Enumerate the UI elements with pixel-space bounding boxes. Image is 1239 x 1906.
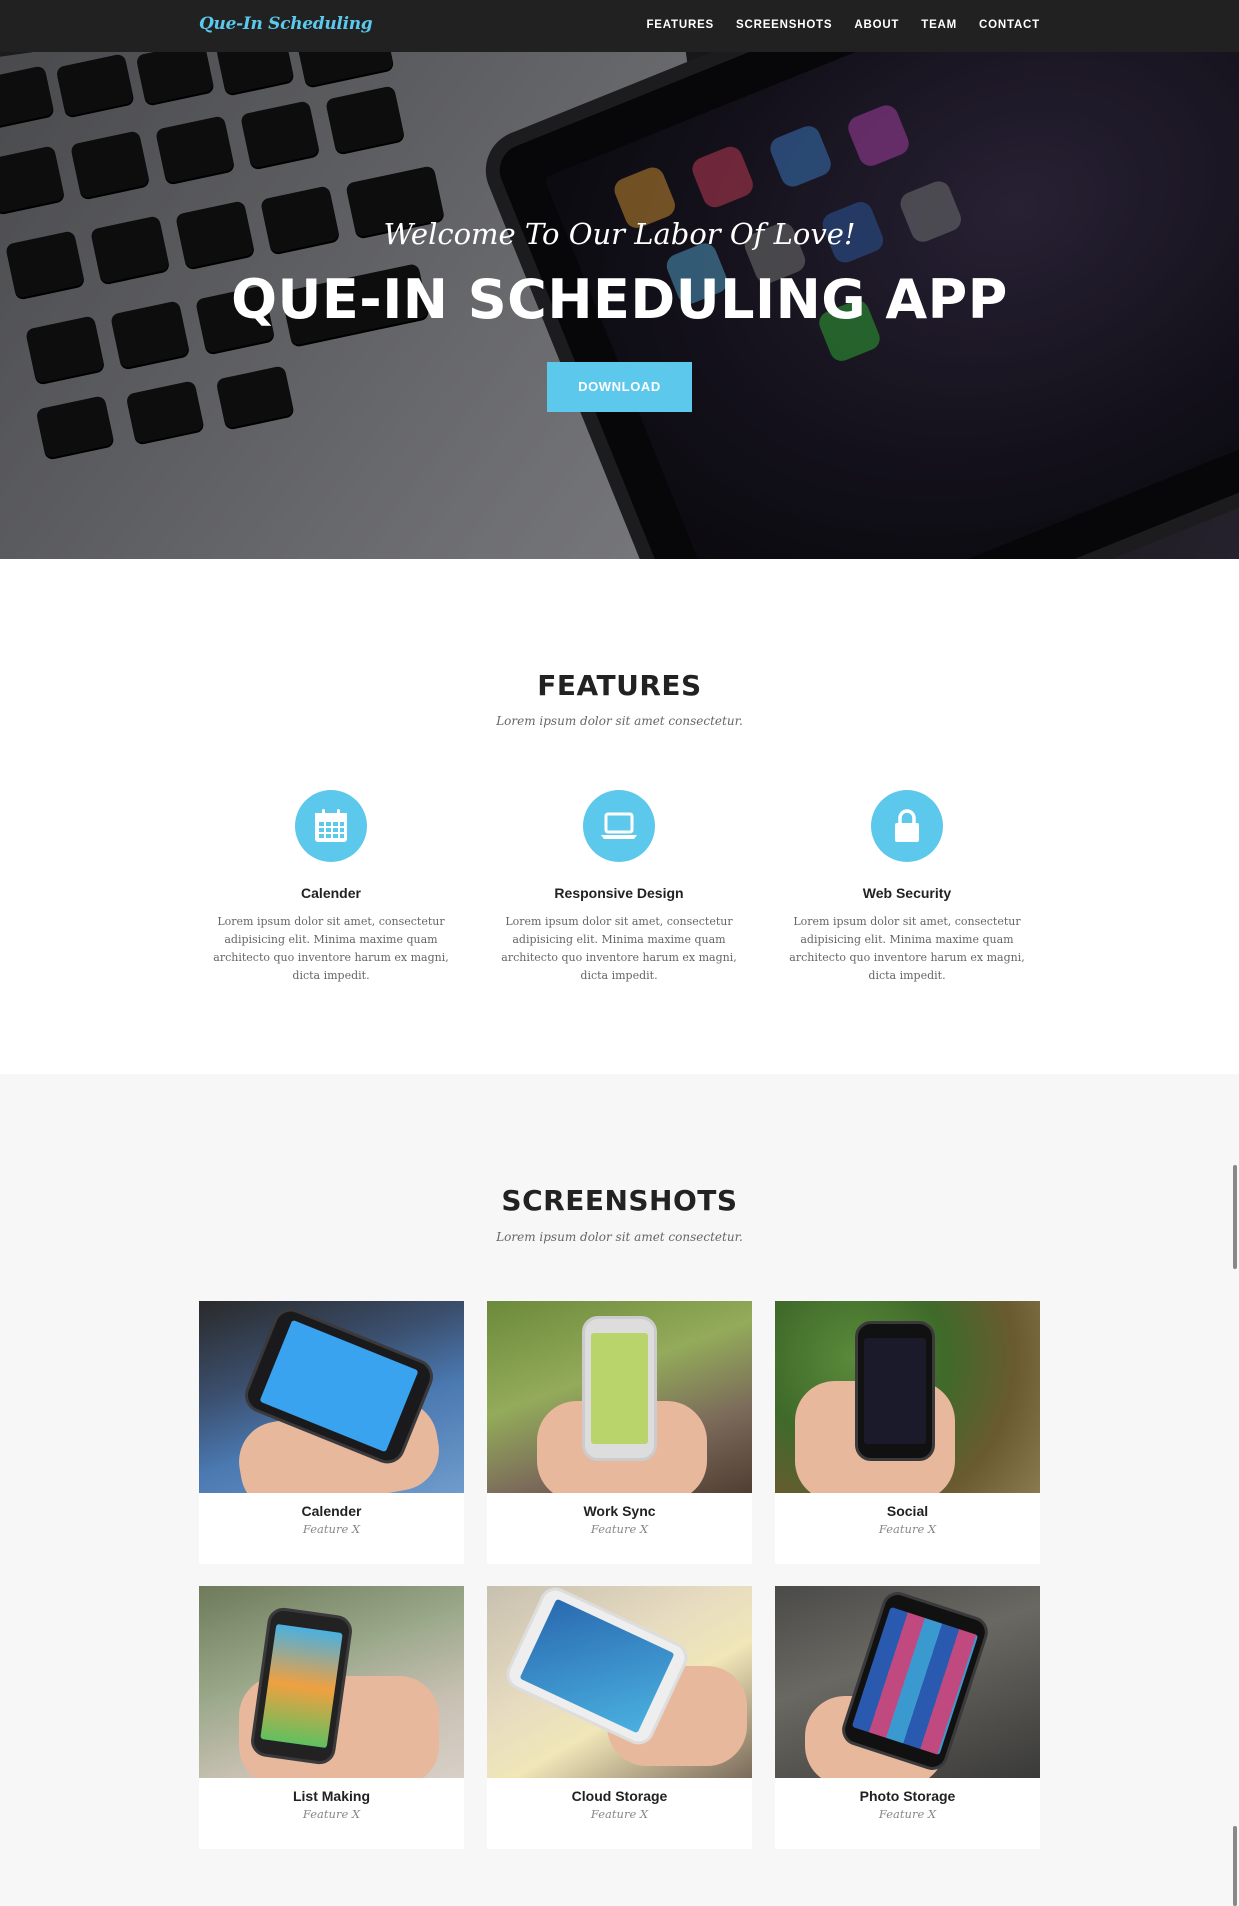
screenshot-caption: Feature X xyxy=(878,1522,937,1536)
screenshot-card[interactable]: Calender Feature X xyxy=(199,1301,464,1564)
screenshot-image xyxy=(487,1301,752,1493)
feature-description: Lorem ipsum dolor sit amet, consectetur … xyxy=(501,915,737,982)
screenshot-title: Cloud Storage xyxy=(571,1788,668,1804)
download-button[interactable]: DOWNLOAD xyxy=(547,362,692,412)
nav-link-contact[interactable]: CONTACT xyxy=(979,19,1040,31)
features-section: FEATURES Lorem ipsum dolor sit amet cons… xyxy=(0,559,1239,1074)
nav-link-about[interactable]: ABOUT xyxy=(854,19,899,31)
navbar: Que-In Scheduling FEATURES SCREENSHOTS A… xyxy=(0,0,1239,52)
feature-title: Web Security xyxy=(862,885,952,901)
screenshot-title: Social xyxy=(886,1503,929,1519)
hero-title: QUE-IN SCHEDULING APP xyxy=(231,268,1008,331)
feature-description: Lorem ipsum dolor sit amet, consectetur … xyxy=(213,915,449,982)
screenshot-title: Photo Storage xyxy=(859,1788,956,1804)
brand-logo[interactable]: Que-In Scheduling xyxy=(199,14,373,34)
feature-title: Responsive Design xyxy=(554,885,684,901)
laptop-icon xyxy=(583,790,655,862)
nav-link-team[interactable]: TEAM xyxy=(921,19,957,31)
screenshot-caption: Feature X xyxy=(878,1807,937,1821)
screenshot-caption: Feature X xyxy=(590,1522,649,1536)
screenshot-card[interactable]: Photo Storage Feature X xyxy=(775,1586,1040,1849)
hero-subtitle: Welcome To Our Labor Of Love! xyxy=(383,217,856,251)
screenshot-title: Calender xyxy=(301,1503,362,1519)
screenshot-card[interactable]: Work Sync Feature X xyxy=(487,1301,752,1564)
nav-link-screenshots[interactable]: SCREENSHOTS xyxy=(736,19,832,31)
screenshot-image xyxy=(775,1301,1040,1493)
screenshot-image xyxy=(199,1301,464,1493)
screenshot-title: List Making xyxy=(292,1788,370,1804)
screenshots-title: SCREENSHOTS xyxy=(501,1184,738,1217)
screenshot-caption: Feature X xyxy=(590,1807,649,1821)
feature-description: Lorem ipsum dolor sit amet, consectetur … xyxy=(789,915,1025,982)
features-subtitle: Lorem ipsum dolor sit amet consectetur. xyxy=(496,714,743,728)
screenshots-section: SCREENSHOTS Lorem ipsum dolor sit amet c… xyxy=(0,1074,1239,1906)
screenshot-card[interactable]: List Making Feature X xyxy=(199,1586,464,1849)
feature-item: Calender Lorem ipsum dolor sit amet, con… xyxy=(200,790,462,985)
nav-menu: FEATURES SCREENSHOTS ABOUT TEAM CONTACT xyxy=(646,19,1040,31)
calendar-icon xyxy=(295,790,367,862)
screenshot-caption: Feature X xyxy=(302,1522,361,1536)
scrollbar-track-end xyxy=(1233,1826,1237,1906)
feature-title: Calender xyxy=(301,885,361,901)
screenshots-subtitle: Lorem ipsum dolor sit amet consectetur. xyxy=(496,1230,743,1244)
screenshot-title: Work Sync xyxy=(583,1503,656,1519)
lock-icon xyxy=(871,790,943,862)
nav-link-features[interactable]: FEATURES xyxy=(646,19,714,31)
screenshot-image xyxy=(487,1586,752,1778)
screenshot-card[interactable]: Cloud Storage Feature X xyxy=(487,1586,752,1849)
screenshot-image xyxy=(775,1586,1040,1778)
feature-item: Web Security Lorem ipsum dolor sit amet,… xyxy=(776,790,1038,985)
hero-content: Welcome To Our Labor Of Love! QUE-IN SCH… xyxy=(0,52,1239,559)
screenshot-card[interactable]: Social Feature X xyxy=(775,1301,1040,1564)
screenshot-caption: Feature X xyxy=(302,1807,361,1821)
scrollbar-thumb[interactable] xyxy=(1233,1165,1237,1269)
screenshot-image xyxy=(199,1586,464,1778)
feature-item: Responsive Design Lorem ipsum dolor sit … xyxy=(488,790,750,985)
features-title: FEATURES xyxy=(537,669,702,702)
